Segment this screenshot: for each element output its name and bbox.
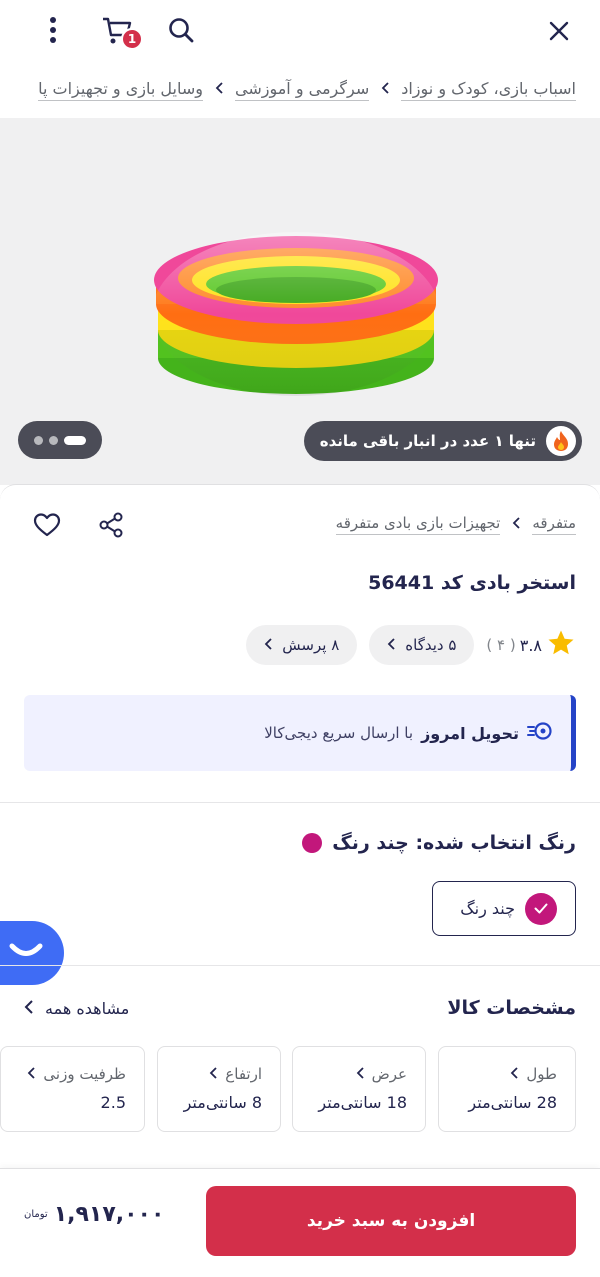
reviews-label: ۵ دیدگاه	[405, 636, 457, 654]
price: ۱,۹۱۷,۰۰۰ تومان	[24, 1202, 164, 1227]
spec-card[interactable]: عرض 18 سانتی‌متر	[292, 1046, 426, 1132]
chevron-left-icon	[24, 999, 33, 1018]
see-all-link[interactable]: مشاهده همه	[24, 999, 129, 1018]
chevron-left-icon	[356, 1065, 364, 1083]
selected-color-swatch	[302, 833, 323, 853]
spec-value: 28 سانتی‌متر	[468, 1093, 557, 1112]
heart-icon[interactable]	[32, 510, 62, 540]
pager-dot[interactable]	[34, 435, 43, 445]
divider	[0, 802, 600, 803]
chevron-left-icon	[512, 516, 520, 533]
delivery-banner: تحویل امروز با ارسال سریع دیجی‌کالا	[24, 695, 576, 771]
product-image	[152, 232, 440, 396]
spec-value: 8 سانتی‌متر	[183, 1093, 262, 1112]
fire-icon	[546, 426, 576, 456]
delivery-text: با ارسال سریع دیجی‌کالا	[264, 724, 414, 742]
product-gallery[interactable]: تنها ۱ عدد در انبار باقی مانده	[0, 118, 600, 485]
stock-text: تنها ۱ عدد در انبار باقی مانده	[319, 432, 536, 450]
spec-label: طول	[526, 1065, 557, 1083]
color-option-label: چند رنگ	[460, 899, 515, 918]
spec-card[interactable]: ارتفاع 8 سانتی‌متر	[157, 1046, 281, 1132]
price-value: ۱,۹۱۷,۰۰۰	[53, 1202, 165, 1227]
spec-value: 18 سانتی‌متر	[318, 1093, 407, 1112]
product-meta-row: ۳.۸ ( ۴ ) ۵ دیدگاه ۸ پرسش	[246, 625, 576, 665]
delivery-title: تحویل امروز	[421, 723, 519, 743]
spec-label: ظرفیت وزنی	[43, 1065, 126, 1083]
product-title: استخر بادی کد 56441	[368, 572, 576, 594]
pager-dot-active[interactable]	[64, 435, 86, 445]
chevron-left-icon	[215, 82, 223, 98]
selected-color-label: رنگ انتخاب شده: چند رنگ	[332, 832, 576, 854]
top-bar: 1	[0, 0, 600, 60]
see-all-label: مشاهده همه	[45, 999, 130, 1018]
image-pager[interactable]	[18, 421, 102, 459]
chevron-left-icon	[387, 636, 395, 654]
share-icon[interactable]	[96, 510, 126, 540]
category-item[interactable]: متفرقه	[532, 514, 576, 535]
breadcrumb: اسباب بازی، کودک و نوزاد سرگرمی و آموزشی…	[0, 72, 600, 108]
breadcrumb-item[interactable]: سرگرمی و آموزشی	[234, 79, 370, 101]
breadcrumb-item[interactable]: اسباب بازی، کودک و نوزاد	[401, 79, 576, 101]
star-icon	[546, 628, 576, 662]
add-to-cart-button[interactable]: افزودن به سبد خرید	[206, 1186, 576, 1256]
questions-label: ۸ پرسش	[282, 636, 340, 654]
chevron-left-icon	[510, 1065, 519, 1083]
category-item[interactable]: تجهیزات بازی بادی متفرقه	[335, 514, 501, 535]
rating: ۳.۸ ( ۴ )	[486, 628, 576, 662]
currency-label: تومان	[24, 1209, 48, 1220]
menu-dots-icon[interactable]	[38, 12, 68, 48]
chevron-left-icon	[27, 1065, 36, 1083]
color-option[interactable]: چند رنگ	[432, 881, 576, 936]
chat-button[interactable]	[0, 921, 64, 985]
check-icon	[525, 892, 557, 925]
selected-color-title: رنگ انتخاب شده: چند رنگ	[302, 832, 576, 854]
breadcrumb-item[interactable]: وسایل بازی و تجهیزات پا	[38, 79, 203, 101]
chevron-left-icon	[264, 636, 272, 654]
spec-card[interactable]: ظرفیت وزنی 2.5	[0, 1046, 145, 1132]
chevron-left-icon	[381, 82, 389, 98]
questions-chip[interactable]: ۸ پرسش	[246, 625, 358, 665]
spec-label: عرض	[371, 1065, 407, 1083]
divider	[0, 965, 600, 966]
specs-title: مشخصات کالا	[447, 997, 576, 1019]
spec-label: ارتفاع	[225, 1065, 262, 1083]
stock-warning-badge: تنها ۱ عدد در انبار باقی مانده	[303, 421, 582, 461]
rating-value: ۳.۸	[519, 635, 542, 655]
category-breadcrumb: متفرقه تجهیزات بازی بادی متفرقه	[335, 514, 576, 535]
reviews-chip[interactable]: ۵ دیدگاه	[369, 625, 475, 665]
fast-delivery-icon	[527, 721, 553, 745]
cart-count-badge: 1	[121, 28, 143, 50]
pager-dot[interactable]	[49, 435, 58, 445]
spec-value: 2.5	[100, 1093, 126, 1112]
search-icon[interactable]	[164, 12, 198, 48]
rating-count: ( ۴ )	[486, 636, 516, 654]
close-icon[interactable]	[542, 14, 576, 48]
spec-card[interactable]: طول 28 سانتی‌متر	[438, 1046, 576, 1132]
smile-icon	[9, 941, 43, 965]
chevron-left-icon	[209, 1065, 217, 1083]
